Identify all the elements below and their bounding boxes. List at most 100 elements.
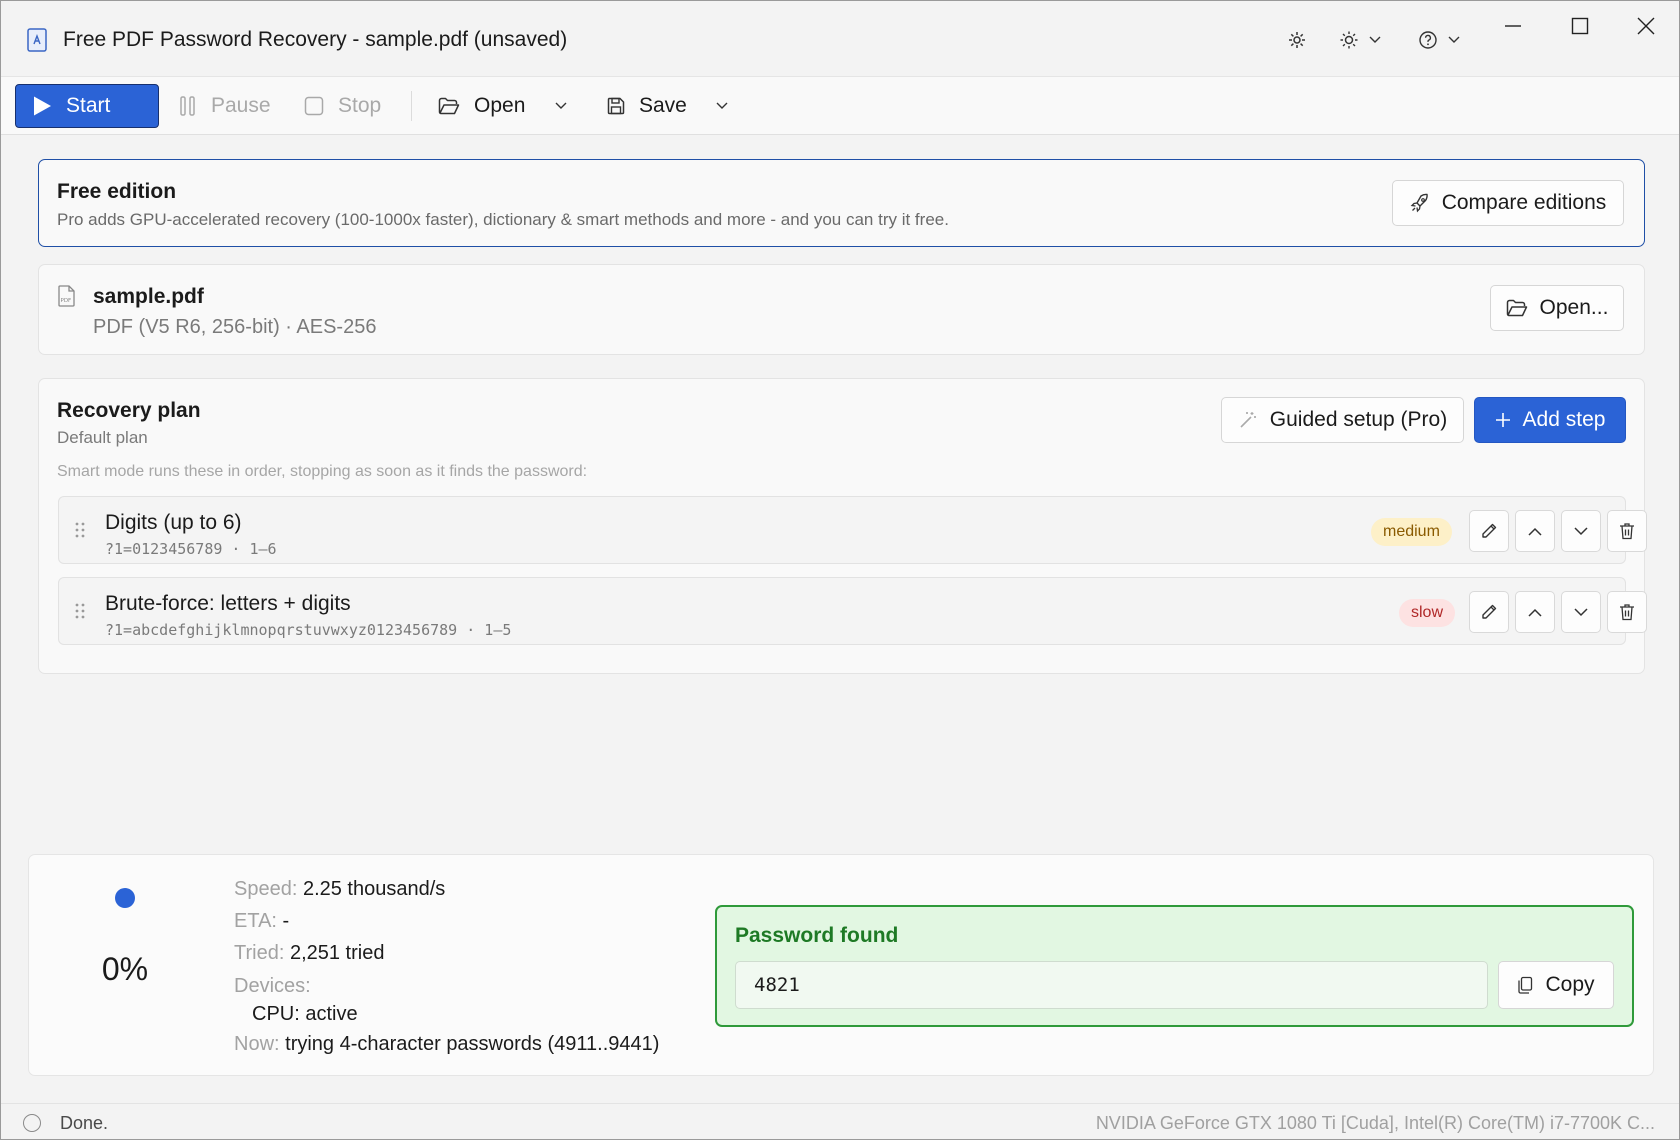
start-button[interactable]: Start xyxy=(15,84,159,128)
title-bar: Free PDF Password Recovery - sample.pdf … xyxy=(1,1,1679,76)
toolbar: Start Pause Stop Open Save xyxy=(1,76,1679,135)
save-disk-icon xyxy=(607,97,625,115)
step-description: ?1=abcdefghijklmnopqrstuvwxyz0123456789 … xyxy=(105,621,512,639)
minimize-button[interactable] xyxy=(1493,11,1533,41)
chevron-down-icon xyxy=(1574,607,1588,616)
start-label: Start xyxy=(66,94,111,117)
speed-label: Speed: xyxy=(234,878,298,900)
pause-icon xyxy=(180,96,195,116)
edit-step-button[interactable] xyxy=(1469,591,1509,633)
eta-stat: ETA: - xyxy=(234,910,289,933)
tried-stat: Tried: 2,251 tried xyxy=(234,942,384,965)
maximize-button[interactable] xyxy=(1560,11,1600,41)
file-open-label: Open... xyxy=(1539,296,1609,319)
move-step-down-button[interactable] xyxy=(1561,591,1601,633)
now-label: Now: xyxy=(234,1033,280,1055)
password-found-title: Password found xyxy=(735,924,899,947)
now-value: trying 4-character passwords (4911..9441… xyxy=(285,1033,660,1055)
eta-label: ETA: xyxy=(234,910,277,932)
open-button[interactable]: Open xyxy=(438,84,525,128)
status-text: Done. xyxy=(60,1113,109,1133)
drag-handle-icon[interactable] xyxy=(75,521,85,544)
progress-percent: 0% xyxy=(101,951,149,987)
toolbar-separator xyxy=(411,91,412,121)
step-name: Digits (up to 6) xyxy=(105,511,242,534)
chevron-down-icon xyxy=(1574,526,1588,535)
svg-text:PDF: PDF xyxy=(61,298,72,304)
trash-icon xyxy=(1620,523,1634,540)
speed-badge: slow xyxy=(1399,599,1456,627)
open-dropdown-chevron-icon[interactable] xyxy=(555,84,581,128)
pause-label: Pause xyxy=(211,94,271,117)
chevron-up-icon xyxy=(1528,608,1542,617)
password-found-box: Password found 4821 Copy xyxy=(715,905,1634,1027)
recovery-plan-card: Recovery plan Default plan Guided setup … xyxy=(38,378,1647,674)
plan-subtitle: Default plan xyxy=(57,428,148,447)
plan-title: Recovery plan xyxy=(57,399,201,422)
copy-label: Copy xyxy=(1545,973,1595,996)
save-dropdown-chevron-icon[interactable] xyxy=(716,84,742,128)
delete-step-button[interactable] xyxy=(1607,510,1647,552)
copy-password-button[interactable]: Copy xyxy=(1498,961,1614,1009)
play-icon xyxy=(34,96,51,116)
theme-sun-icon[interactable] xyxy=(1335,27,1385,53)
file-open-button[interactable]: Open... xyxy=(1490,285,1624,331)
promo-title: Free edition xyxy=(57,180,177,203)
pause-button[interactable]: Pause xyxy=(179,84,271,128)
file-name: sample.pdf xyxy=(93,285,204,308)
file-info-card: PDF sample.pdf PDF (V5 R6, 256-bit) · AE… xyxy=(38,264,1645,355)
pencil-icon xyxy=(1482,604,1497,619)
move-step-up-button[interactable] xyxy=(1515,510,1555,552)
compare-editions-button[interactable]: Compare editions xyxy=(1392,180,1624,226)
stop-button[interactable]: Stop xyxy=(304,84,381,128)
status-devices: NVIDIA GeForce GTX 1080 Ti [Cuda], Intel… xyxy=(1095,1113,1655,1133)
window-title: Free PDF Password Recovery - sample.pdf … xyxy=(63,28,568,51)
trash-icon xyxy=(1620,604,1634,621)
delete-step-button[interactable] xyxy=(1607,591,1647,633)
chevron-up-icon xyxy=(1528,527,1542,536)
speed-badge: medium xyxy=(1371,518,1452,546)
progress-status-panel: 0% Speed: 2.25 thousand/s ETA: - Tried: … xyxy=(28,854,1654,1076)
tried-value: 2,251 tried xyxy=(289,942,385,964)
stop-icon xyxy=(304,96,324,116)
move-step-up-button[interactable] xyxy=(1515,591,1555,633)
drag-handle-icon[interactable] xyxy=(75,602,85,625)
settings-gear-icon[interactable] xyxy=(1284,27,1310,53)
folder-open-icon xyxy=(438,97,460,115)
rocket-icon xyxy=(1410,193,1428,213)
plan-step[interactable]: Brute-force: letters + digits ?1=abcdefg… xyxy=(58,577,1647,645)
stop-label: Stop xyxy=(338,94,382,117)
plan-note: Smart mode runs these in order, stopping… xyxy=(57,463,588,480)
pdf-file-icon: PDF xyxy=(57,285,77,312)
devices-stat: Devices: xyxy=(234,975,311,998)
guided-setup-button[interactable]: Guided setup (Pro) xyxy=(1221,397,1464,443)
add-step-label: Add step xyxy=(1522,408,1606,431)
eta-value: - xyxy=(282,910,290,932)
now-stat: Now: trying 4-character passwords (4911.… xyxy=(234,1033,659,1056)
copy-icon xyxy=(1518,976,1533,994)
tried-label: Tried: xyxy=(234,942,285,964)
add-step-button[interactable]: Add step xyxy=(1474,397,1626,443)
save-button[interactable]: Save xyxy=(607,84,687,128)
promo-subtitle: Pro adds GPU-accelerated recovery (100-1… xyxy=(57,210,949,229)
plan-step[interactable]: Digits (up to 6) ?1=0123456789 · 1–6 med… xyxy=(58,496,1647,564)
folder-open-icon xyxy=(1506,299,1527,317)
app-window: Free PDF Password Recovery - sample.pdf … xyxy=(0,0,1680,1140)
move-step-down-button[interactable] xyxy=(1561,510,1601,552)
device-cpu: CPU: active xyxy=(252,1003,358,1025)
password-field[interactable]: 4821 xyxy=(735,961,1488,1009)
plus-icon xyxy=(1495,413,1510,427)
edit-step-button[interactable] xyxy=(1469,510,1509,552)
devices-label: Devices: xyxy=(234,975,311,997)
app-pdf-icon xyxy=(27,28,47,52)
open-label: Open xyxy=(474,94,526,117)
help-icon[interactable] xyxy=(1414,27,1464,53)
speed-value: 2.25 thousand/s xyxy=(302,878,446,900)
magic-wand-icon xyxy=(1240,412,1256,428)
free-edition-banner: Free edition Pro adds GPU-accelerated re… xyxy=(38,159,1645,247)
step-description: ?1=0123456789 · 1–6 xyxy=(105,540,277,558)
close-button[interactable] xyxy=(1626,11,1666,41)
compare-editions-label: Compare editions xyxy=(1441,191,1607,214)
guided-setup-label: Guided setup (Pro) xyxy=(1269,408,1448,431)
speed-stat: Speed: 2.25 thousand/s xyxy=(234,878,445,901)
